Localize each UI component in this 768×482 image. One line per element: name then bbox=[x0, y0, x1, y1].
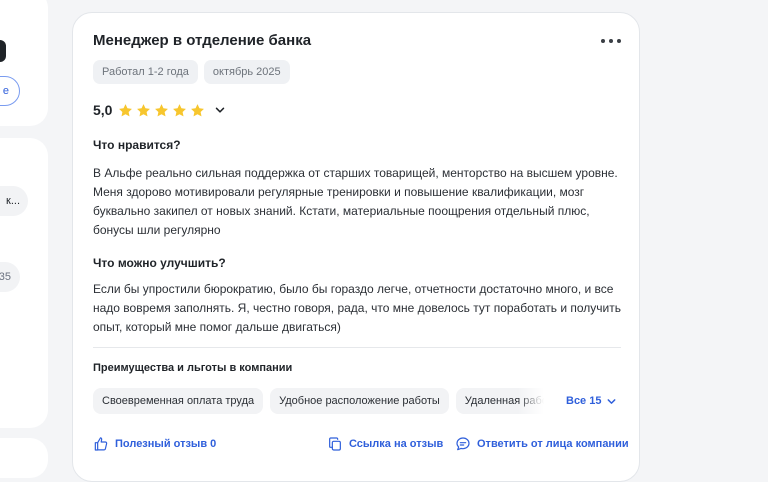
left-panel-card-bottom bbox=[0, 438, 48, 478]
tenure-tag: Работал 1-2 года bbox=[93, 60, 198, 84]
more-dot-icon bbox=[609, 39, 613, 43]
date-tag: октябрь 2025 bbox=[203, 60, 290, 84]
more-dot-icon bbox=[617, 39, 621, 43]
review-card: Менеджер в отделение банка Работал 1-2 г… bbox=[72, 12, 640, 482]
copy-icon bbox=[329, 437, 341, 451]
chevron-down-icon[interactable] bbox=[214, 104, 226, 116]
reply-as-company-button[interactable]: Ответить от лица компании bbox=[455, 436, 629, 452]
thumbs-up-icon bbox=[94, 437, 108, 451]
benefit-chip: Своевременная оплата труда bbox=[93, 388, 264, 414]
review-title: Менеджер в отделение банка bbox=[93, 32, 312, 49]
rating: 5,0 bbox=[93, 100, 226, 120]
benefits-row: Своевременная оплата труда Удобное распо… bbox=[93, 388, 621, 414]
star-icon bbox=[190, 103, 205, 118]
benefit-chip: Удаленная работа bbox=[455, 388, 544, 414]
helpful-review-label: Полезный отзыв 0 bbox=[115, 438, 217, 450]
copy-link-button[interactable]: Ссылка на отзыв bbox=[327, 436, 443, 452]
star-icon bbox=[172, 103, 187, 118]
chat-bubble-icon bbox=[456, 437, 470, 451]
left-panel-card-top bbox=[0, 0, 48, 126]
rating-value: 5,0 bbox=[93, 102, 113, 118]
helpful-review-button[interactable]: Полезный отзыв 0 bbox=[93, 436, 216, 452]
star-icon bbox=[118, 103, 133, 118]
benefit-chip: Удобное расположение работы bbox=[270, 388, 449, 414]
more-options-button[interactable] bbox=[601, 35, 621, 47]
see-all-label: Все 15 bbox=[566, 395, 602, 407]
more-dot-icon bbox=[601, 39, 605, 43]
likes-heading: Что нравится? bbox=[93, 138, 181, 152]
star-icon bbox=[136, 103, 151, 118]
star-icon bbox=[154, 103, 169, 118]
left-outline-pill-label: е bbox=[2, 85, 9, 97]
left-dark-element bbox=[0, 40, 6, 62]
copy-link-label: Ссылка на отзыв bbox=[349, 438, 444, 450]
rating-stars bbox=[118, 103, 205, 118]
reply-as-company-label: Ответить от лица компании bbox=[477, 438, 629, 450]
benefits-heading: Преимущества и льготы в компании bbox=[93, 362, 293, 374]
likes-text: В Альфе реально сильная поддержка от ста… bbox=[93, 166, 618, 237]
improve-text: Если бы упростили бюрократию, было бы го… bbox=[93, 282, 622, 334]
chevron-down-icon bbox=[608, 398, 616, 404]
see-all-benefits-button[interactable]: Все 15 bbox=[566, 395, 617, 407]
divider bbox=[93, 347, 621, 348]
benefits-list: Своевременная оплата труда Удобное распо… bbox=[93, 388, 544, 414]
left-filter-pill-label: к... bbox=[6, 195, 20, 207]
left-count-pill-label: 35 bbox=[0, 271, 11, 283]
review-tags: Работал 1-2 года октябрь 2025 bbox=[93, 60, 290, 84]
improve-heading: Что можно улучшить? bbox=[93, 256, 226, 270]
